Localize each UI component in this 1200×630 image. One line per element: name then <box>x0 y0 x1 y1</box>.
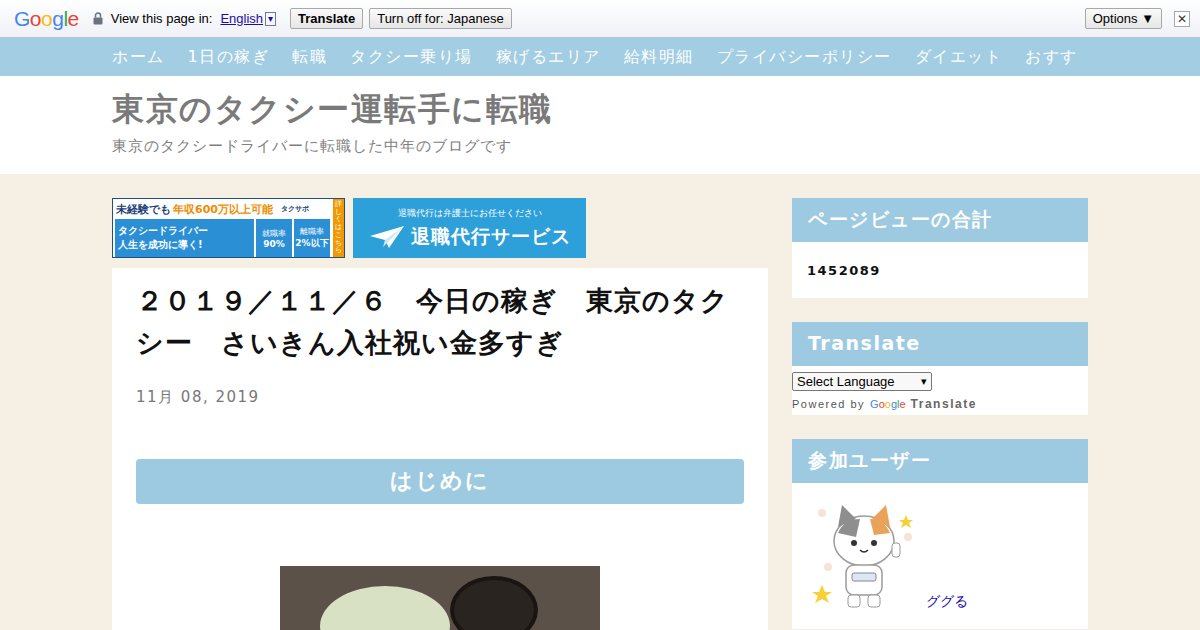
logo-letter: l <box>897 398 899 410</box>
nav-item[interactable]: ホーム <box>112 47 165 68</box>
content-area: 未経験でも年収600万以上可能タクサポタクシードライバー人生を成功に導く!就職率… <box>0 174 1200 630</box>
columns: 未経験でも年収600万以上可能タクサポタクシードライバー人生を成功に導く!就職率… <box>112 198 1088 630</box>
stat-value: 2%以下 <box>295 237 328 250</box>
header-inner: 東京のタクシー運転手に転職東京のタクシードライバーに転職した中年のブログです <box>112 89 1088 156</box>
cat-avatar-icon[interactable] <box>808 497 920 613</box>
language-dropdown[interactable]: ▾ <box>265 12 276 26</box>
resign-banner[interactable]: 退職代行は弁護士にお任せください退職代行サービス <box>353 198 586 258</box>
logo-letter: l <box>63 7 67 30</box>
page: GoogleView this page in:English▾Translat… <box>0 0 1200 630</box>
nav-bar: ホーム 1日の稼ぎ 転職 タクシー乗り場 稼げるエリア 給料明細 プライバシーポリシー ダイエ… <box>0 38 1200 76</box>
nav-item[interactable]: 給料明細 <box>624 47 694 68</box>
post-date: 11月 08, 2019 <box>136 388 744 407</box>
language-link[interactable]: English <box>220 11 263 26</box>
lock-icon <box>93 12 103 25</box>
photo-plate <box>320 586 450 630</box>
post-card: ２０１９／１１／６ 今日の稼ぎ 東京のタクシー さいきん入社祝い金多すぎ 11月 … <box>112 268 768 630</box>
select-arrow: ▾ <box>921 375 927 388</box>
stat-value: 90% <box>263 239 285 249</box>
stat-label: 離職率 <box>300 226 324 237</box>
stat-label: 就職率 <box>262 228 286 239</box>
language-select[interactable]: Select Language ▾ <box>792 372 932 391</box>
select-value: Select Language <box>797 374 895 389</box>
nav-item[interactable]: 1日の稼ぎ <box>188 47 270 68</box>
translate-widget: Translate Select Language ▾ Powered by Googl… <box>792 322 1088 415</box>
headline-highlight: 年収600万以上可能 <box>173 202 273 217</box>
banner-tagline: 退職代行は弁護士にお任せください <box>398 207 542 220</box>
widget-title: ページビューの合計 <box>792 198 1088 242</box>
user-link[interactable]: ググる <box>926 593 968 611</box>
nav-item[interactable]: 転職 <box>292 47 327 68</box>
paper-plane-icon <box>369 225 405 249</box>
main-column: 未経験でも年収600万以上可能タクサポタクシードライバー人生を成功に導く!就職率… <box>112 198 768 630</box>
google-logo: Google <box>14 7 79 31</box>
recruit-banner[interactable]: 未経験でも年収600万以上可能タクサポタクシードライバー人生を成功に導く!就職率… <box>112 198 345 258</box>
translate-prompt: View this page in: <box>111 11 213 26</box>
nav-item[interactable]: おすす <box>1025 47 1078 68</box>
logo-letter: g <box>52 7 63 30</box>
site-header: 東京のタクシー運転手に転職東京のタクシードライバーに転職した中年のブログです <box>0 76 1200 174</box>
sidebar: ページビューの合計1452089TranslateSelect Language… <box>792 198 1088 630</box>
banner-slogan: タクシードライバー人生を成功に導く! <box>115 219 254 257</box>
widget-title: 参加ユーザー <box>792 439 1088 483</box>
section-heading: はじめに <box>136 459 744 504</box>
powered-text: Powered by <box>792 398 865 410</box>
pageviews-widget: ページビューの合計 1452089 <box>792 198 1088 298</box>
banner-row: 未経験でも年収600万以上可能タクサポタクシードライバー人生を成功に導く!就職率… <box>112 198 768 258</box>
logo-letter: G <box>14 7 30 30</box>
powered-by: Powered by Google Translate <box>792 397 1088 411</box>
banner-main: 退職代行サービス <box>369 224 571 250</box>
site-subtitle: 東京のタクシードライバーに転職した中年のブログです <box>112 137 1088 156</box>
options-button[interactable]: Options ▼ <box>1085 8 1162 29</box>
powered-name: Translate <box>911 397 977 411</box>
logo-letter: o <box>41 7 52 30</box>
slogan-line: タクシードライバー <box>118 224 254 238</box>
photo-bowl <box>450 576 538 630</box>
nav-item[interactable]: タクシー乗り場 <box>350 47 473 68</box>
slogan-line: 人生を成功に導く! <box>118 238 254 252</box>
widget-title: Translate <box>792 322 1088 366</box>
nav-item[interactable]: ダイエット <box>915 47 1003 68</box>
nav-list: ホーム 1日の稼ぎ 転職 タクシー乗り場 稼げるエリア 給料明細 プライバシーポリシー ダイエ… <box>112 38 1088 76</box>
headline-text: 未経験でも <box>116 202 171 217</box>
stat-box: 離職率2%以下 <box>294 219 330 257</box>
food-photo <box>280 566 600 630</box>
nav-item[interactable]: プライバシーポリシー <box>717 47 892 68</box>
logo-letter: e <box>899 398 905 410</box>
logo-letter: G <box>870 398 879 410</box>
close-button[interactable]: ✕ <box>1174 11 1190 27</box>
turn-off-button[interactable]: Turn off for: Japanese <box>369 8 511 29</box>
logo-letter: o <box>885 398 891 410</box>
banner-cta: 詳しくはこちら <box>333 199 344 257</box>
logo-letter: o <box>879 398 885 410</box>
nav-item[interactable]: 稼げるエリア <box>496 47 601 68</box>
widget-body: ググる <box>792 483 1088 629</box>
stat-box: 就職率90% <box>256 219 292 257</box>
widget-body: 1452089 <box>792 242 1088 298</box>
banner-headline: 未経験でも年収600万以上可能タクサポ <box>113 199 332 219</box>
post-title[interactable]: ２０１９／１１／６ 今日の稼ぎ 東京のタクシー さいきん入社祝い金多すぎ <box>136 280 744 364</box>
users-widget: 参加ユーザーググる <box>792 439 1088 629</box>
widget-body: Select Language ▾ Powered by Google Translat… <box>792 366 1088 415</box>
pageview-count: 1452089 <box>807 263 881 278</box>
brand-name: タクサポ <box>281 204 309 214</box>
translate-bar: Google View this page in: English▾ Translat… <box>0 0 1200 38</box>
translate-button[interactable]: Translate <box>290 8 363 29</box>
banner-name: 退職代行サービス <box>411 224 571 250</box>
logo-letter: o <box>30 7 41 30</box>
banner-body: タクシードライバー人生を成功に導く!就職率90%離職率2%以下 <box>113 219 332 257</box>
logo-letter: e <box>68 7 79 30</box>
google-logo[interactable]: Google <box>870 398 906 410</box>
logo-letter: g <box>891 398 897 410</box>
site-title[interactable]: 東京のタクシー運転手に転職 <box>112 89 1088 129</box>
